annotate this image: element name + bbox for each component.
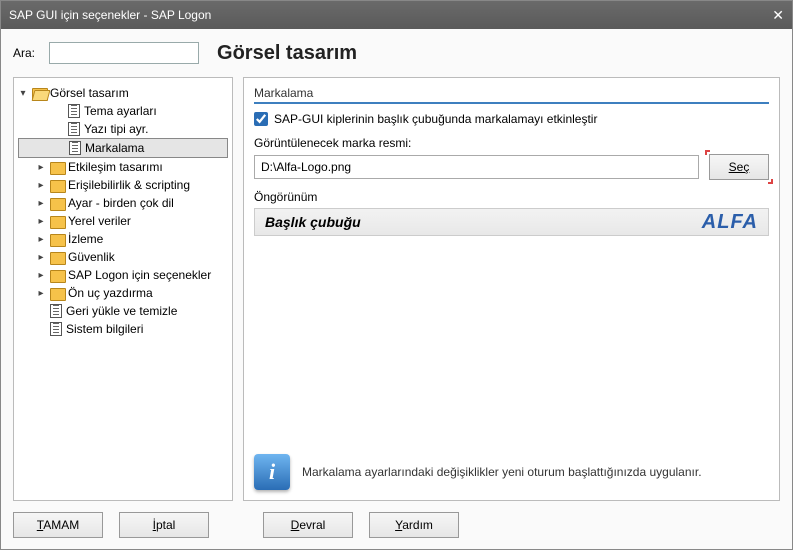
document-icon [69,141,81,155]
tree-item[interactable]: ▸ Etkileşim tasarımı [18,158,228,176]
file-row: Seç [254,154,769,180]
folder-icon [50,234,64,245]
tree-toggle-icon[interactable]: ▸ [36,180,46,191]
focus-bracket-icon [768,179,773,184]
tree-item-label: Markalama [85,141,144,155]
imagepath-label: Görüntülenecek marka resmi: [254,136,769,150]
tree-toggle-icon[interactable]: ▸ [36,216,46,227]
tree-item[interactable]: ▸ Ön uç yazdırma [18,284,228,302]
tree-item[interactable]: Tema ayarları [18,102,228,120]
info-icon: i [254,454,290,490]
tree-item-label: Tema ayarları [84,104,157,118]
tree-item-label: Etkileşim tasarımı [68,160,163,174]
tree-item-label: Sistem bilgileri [66,322,143,336]
top-row: Ara: Görsel tasarım [13,29,780,77]
tree-toggle-icon[interactable]: ▸ [36,234,46,245]
document-icon [68,104,80,118]
page-title: Görsel tasarım [217,42,357,65]
document-icon [50,322,62,336]
tree-item-label: SAP Logon için seçenekler [68,268,211,282]
select-button[interactable]: Seç [709,154,769,180]
tree-item[interactable]: Sistem bilgileri [18,320,228,338]
tree-toggle-icon[interactable]: ▸ [36,270,46,281]
cancel-button[interactable]: İptal [119,512,209,538]
ok-button[interactable]: TAMAM [13,512,103,538]
branding-checkbox-label: SAP-GUI kiplerinin başlık çubuğunda mark… [274,112,597,126]
tree-item-label: Ön uç yazdırma [68,286,153,300]
tree-item[interactable]: ▸ Erişilebilirlik & scripting [18,176,228,194]
folder-icon [50,198,64,209]
tree-item-label: İzleme [68,232,103,246]
close-icon[interactable]: ✕ [772,7,784,24]
brand-logo: ALFA [702,211,758,234]
content-area: Ara: Görsel tasarım ▾ Görsel tasarım Tema … [1,29,792,549]
tree-item-label: Yerel veriler [68,214,131,228]
folder-icon [32,88,46,99]
select-button-wrap: Seç [709,154,769,180]
tree-item[interactable]: ▸ İzleme [18,230,228,248]
branding-checkbox[interactable] [254,112,268,126]
document-icon [68,122,80,136]
tree-item-label: Yazı tipi ayr. [84,122,148,136]
mid-row: ▾ Görsel tasarım Tema ayarları Yazı tipi ay… [13,77,780,501]
tree-item-label: Güvenlik [68,250,115,264]
tree-item[interactable]: ▸ SAP Logon için seçenekler [18,266,228,284]
info-text: Markalama ayarlarındaki değişiklikler ye… [302,465,702,479]
window-titlebar: SAP GUI için seçenekler - SAP Logon ✕ [1,1,792,29]
tree-item[interactable]: Markalama [18,138,228,158]
folder-icon [50,252,64,263]
branding-checkbox-row[interactable]: SAP-GUI kiplerinin başlık çubuğunda mark… [254,112,769,126]
document-icon [50,304,62,318]
apply-button[interactable]: Devral [263,512,353,538]
search-label: Ara: [13,46,35,60]
folder-icon [50,162,64,173]
tree-item[interactable]: ▸ Ayar - birden çok dil [18,194,228,212]
tree-item[interactable]: ▸ Güvenlik [18,248,228,266]
tree-pane[interactable]: ▾ Görsel tasarım Tema ayarları Yazı tipi ay… [13,77,233,501]
tree-item[interactable]: ▸ Yerel veriler [18,212,228,230]
focus-bracket-icon [705,150,710,155]
help-button[interactable]: Yardım [369,512,459,538]
imagepath-input[interactable] [254,155,699,179]
tree-item-label: Erişilebilirlik & scripting [68,178,190,192]
folder-icon [50,216,64,227]
window-title: SAP GUI için seçenekler - SAP Logon [9,8,211,22]
button-row: TAMAM İptal Devral Yardım [13,501,780,541]
tree-toggle-icon[interactable]: ▸ [36,288,46,299]
main-pane: Markalama SAP-GUI kiplerinin başlık çubu… [243,77,780,501]
tree-toggle-icon[interactable]: ▸ [36,252,46,263]
preview-label: Öngörünüm [254,190,769,204]
info-row: i Markalama ayarlarındaki değişiklikler … [254,446,769,490]
tree-item-label: Ayar - birden çok dil [68,196,174,210]
folder-icon [50,180,64,191]
tree-item[interactable]: Geri yükle ve temizle [18,302,228,320]
tree-item-label: Geri yükle ve temizle [66,304,177,318]
section-header: Markalama [254,84,769,104]
folder-icon [50,270,64,281]
folder-icon [50,288,64,299]
tree-item[interactable]: ▾ Görsel tasarım [18,84,228,102]
search-input[interactable] [49,42,199,64]
tree-item-label: Görsel tasarım [50,86,129,100]
tree-toggle-icon[interactable]: ▸ [36,162,46,173]
tree-toggle-icon[interactable]: ▾ [18,88,28,99]
preview-bar: Başlık çubuğu ALFA [254,208,769,236]
tree-item[interactable]: Yazı tipi ayr. [18,120,228,138]
tree-toggle-icon[interactable]: ▸ [36,198,46,209]
preview-bar-text: Başlık çubuğu [265,214,361,230]
